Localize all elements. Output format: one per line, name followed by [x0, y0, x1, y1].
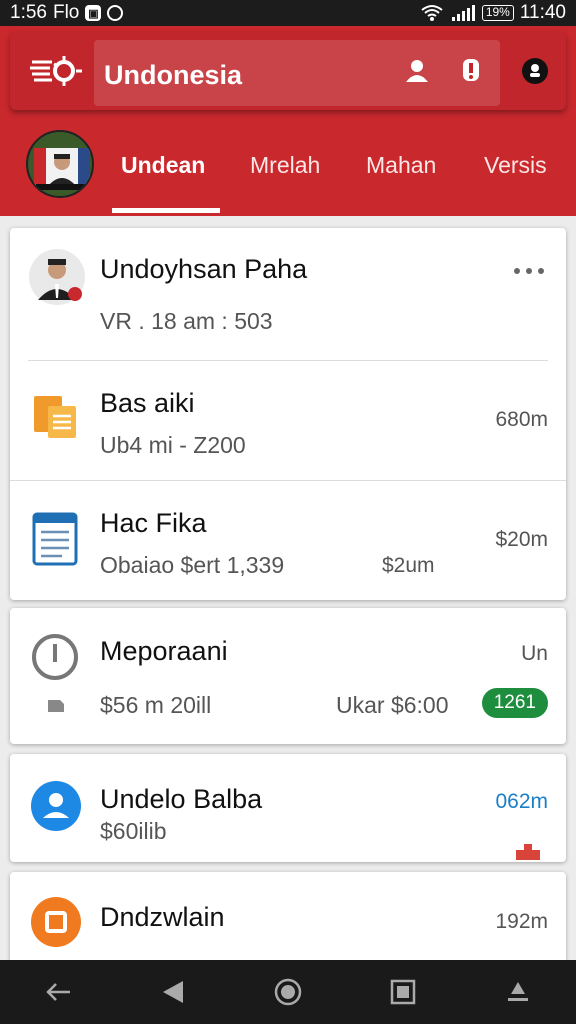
keyboard-hide-icon[interactable]: [498, 972, 538, 1012]
square-app-icon: [31, 897, 81, 947]
tab-undean[interactable]: Undean: [121, 152, 205, 179]
divider: [28, 360, 548, 361]
form-document-icon: [32, 512, 78, 566]
share-icon[interactable]: [512, 840, 544, 860]
active-tab-indicator: [112, 208, 220, 213]
status-clock: 11:40: [519, 2, 566, 23]
list-item[interactable]: Bas aiki Ub4 mi - Z200 680m: [10, 362, 566, 480]
battery-icon: 19%: [481, 5, 514, 21]
tag-icon: [48, 700, 64, 712]
recents-icon[interactable]: [383, 972, 423, 1012]
item-title: Meporaani: [100, 636, 228, 666]
contact-meta: VR . 18 am : 503: [100, 308, 273, 334]
title-area[interactable]: Undonesia: [94, 40, 500, 106]
transactions-card: Undoyhsan Paha VR . 18 am : 503 Bas aiki…: [10, 228, 566, 600]
item-amount-secondary: $2um: [382, 554, 435, 577]
tab-versis[interactable]: Versis: [484, 152, 547, 179]
status-left: 1:56 Flo ▣: [10, 2, 124, 24]
item-amount-secondary: Ukar $6:00: [336, 692, 449, 718]
status-app-label: Flo: [52, 2, 80, 23]
profile-row[interactable]: Undoyhsan Paha VR . 18 am : 503: [10, 228, 566, 360]
home-icon[interactable]: [268, 972, 308, 1012]
contact-avatar: [29, 249, 85, 305]
item-subtitle: $60ilib: [100, 818, 167, 844]
list-item[interactable]: Hac Fika Obaiao $ert 1,339 $2um $20m: [10, 482, 566, 600]
status-time-left: 1:56: [10, 2, 47, 23]
item-title: Hac Fika: [100, 508, 207, 538]
documents-icon: [34, 396, 76, 438]
status-right: 19% 11:40: [420, 2, 566, 24]
user-icon: [31, 781, 81, 831]
status-bar: 1:56 Flo ▣ 19% 11:40: [0, 0, 576, 26]
item-title: Bas aiki: [100, 388, 195, 418]
tab-mahan[interactable]: Mahan: [366, 152, 436, 179]
divider: [10, 480, 566, 481]
timer-icon: [32, 634, 78, 680]
wifi-icon: [421, 5, 443, 21]
avatar-image: [28, 132, 92, 196]
app-logo-icon[interactable]: [28, 54, 84, 88]
tab-bar: Undean Mrelah Mahan Versis: [0, 126, 576, 216]
more-options-icon[interactable]: [512, 266, 546, 276]
profile-icon[interactable]: [402, 56, 432, 86]
app-header: Undonesia Undean Mrelah Mahan Versis: [0, 26, 576, 216]
tab-mrelah[interactable]: Mrelah: [250, 152, 320, 179]
notification-icon: ▣: [85, 5, 102, 21]
back-arrow-icon[interactable]: [38, 972, 78, 1012]
item-amount: 680m: [495, 408, 548, 431]
item-amount: Un: [521, 642, 548, 665]
signal-icon: [451, 5, 475, 21]
user-avatar[interactable]: [26, 130, 94, 198]
account-menu-icon[interactable]: [520, 56, 550, 86]
item-amount: $20m: [495, 528, 548, 551]
back-triangle-icon[interactable]: [153, 972, 193, 1012]
app-title: Undonesia: [104, 60, 243, 90]
sync-icon: [107, 5, 124, 21]
item-title: Undelo Balba: [100, 784, 263, 814]
alert-icon[interactable]: [456, 56, 486, 86]
item-amount: 192m: [495, 910, 548, 933]
item-amount: 062m: [495, 790, 548, 813]
item-subtitle: Ub4 mi - Z200: [100, 432, 246, 458]
item-subtitle: Obaiao $ert 1,339: [100, 552, 285, 578]
status-badge: 1261: [481, 688, 548, 718]
list-card[interactable]: Meporaani Un $56 m 20ill Ukar $6:00 1261: [10, 608, 566, 744]
list-card[interactable]: Undelo Balba $60ilib 062m: [10, 754, 566, 862]
system-nav-bar: [0, 960, 576, 1024]
app-bar: Undonesia: [10, 32, 566, 110]
contact-name: Undoyhsan Paha: [100, 254, 308, 284]
item-subtitle: $56 m 20ill: [100, 692, 212, 718]
item-title: Dndzwlain: [100, 902, 225, 932]
